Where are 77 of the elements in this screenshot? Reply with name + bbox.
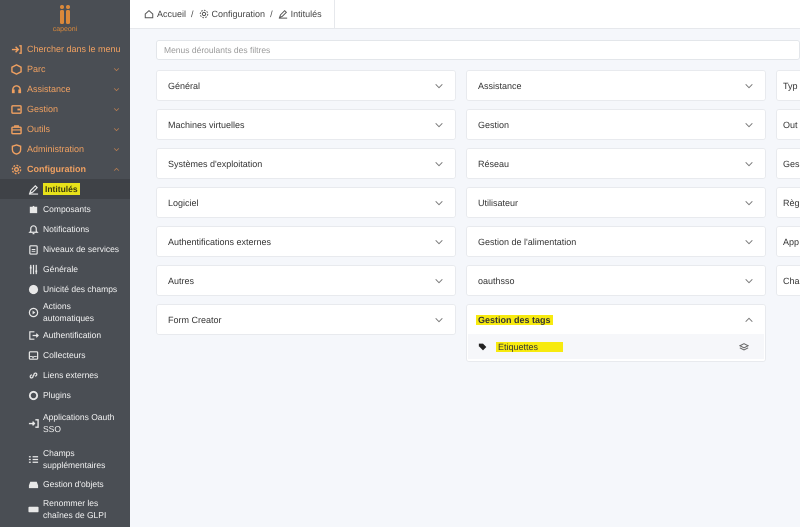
pencil-icon [278, 9, 288, 19]
headset-icon [11, 84, 22, 94]
submenu-item[interactable]: Renommer les chaînes de GLPI [0, 491, 130, 527]
arrow-icon [11, 44, 22, 54]
accordion-header[interactable]: Authentifications externes [157, 227, 455, 256]
breadcrumb-separator: / [270, 9, 273, 19]
list-icon [28, 454, 39, 464]
accordion-header[interactable]: Général [157, 71, 455, 100]
accordion-header[interactable]: Utilisateur [467, 188, 765, 217]
breadcrumb-link[interactable]: Accueil [157, 9, 186, 19]
submenu-item[interactable]: Collecteurs [0, 345, 130, 365]
menu-item[interactable]: Assistance [0, 79, 130, 99]
play-circle-icon [28, 306, 39, 318]
gear-icon [198, 9, 209, 19]
home-icon [144, 9, 154, 19]
submenu-item[interactable]: Applications Oauth SSO [0, 405, 130, 441]
chevron-up-icon [113, 166, 120, 172]
briefcase-icon [11, 124, 22, 134]
menu-item[interactable]: Administration [0, 139, 130, 159]
menu-item[interactable]: Parc [0, 59, 130, 79]
clipboard-icon [28, 244, 39, 254]
pencil-icon [28, 184, 39, 194]
accordion-header[interactable]: Gestion [467, 110, 765, 139]
submenu-item[interactable]: Plugins [0, 385, 130, 405]
menu-item[interactable]: Gestion [0, 99, 130, 119]
submenu-item[interactable]: Liens externes [0, 365, 130, 385]
login-icon [28, 330, 39, 340]
accordion-header[interactable]: Gestion de l'alimentation [467, 227, 765, 256]
accordion-header[interactable]: Assistance [467, 71, 765, 100]
accordion-header[interactable]: Out [777, 110, 800, 139]
shield-icon [11, 144, 22, 154]
bell-icon [28, 224, 39, 234]
accordion-link[interactable]: Etiquettes [496, 342, 564, 352]
sliders-icon [28, 264, 39, 274]
chevron-down-icon [113, 146, 120, 152]
accordion-header[interactable]: Autres [157, 266, 455, 295]
accordion-header[interactable]: Cha [777, 266, 800, 295]
accordion-header[interactable]: Règ [777, 188, 800, 217]
submenu-item[interactable]: Actions automatiques [0, 299, 130, 325]
wallet-icon [11, 104, 22, 114]
menu-item[interactable]: Configuration [0, 159, 130, 179]
accordion-header[interactable]: Systèmes d'exploitation [157, 149, 455, 178]
breadcrumb-link[interactable]: Configuration [212, 9, 266, 19]
chevron-down-icon [113, 86, 120, 92]
link-icon [28, 370, 39, 380]
accordion-header[interactable]: Typ [777, 71, 800, 100]
submenu-item[interactable]: Gestion d'objets [0, 477, 130, 491]
submenu-item[interactable]: Composants [0, 199, 130, 219]
chevron-down-icon [113, 126, 120, 132]
chevron-down-icon [113, 66, 120, 72]
filter-field[interactable]: Menus déroulants des filtres [156, 40, 800, 60]
people-logo-icon [58, 4, 72, 26]
accordion-header[interactable]: oauthsso [467, 266, 765, 295]
submenu-item[interactable]: Niveaux de services [0, 239, 130, 259]
accordion-header[interactable]: Machines virtuelles [157, 110, 455, 139]
accordion-header[interactable]: Gestion des tags [467, 305, 765, 334]
submenu-item[interactable]: Intitulés [0, 179, 130, 199]
breadcrumb-link[interactable]: Intitulés [290, 9, 322, 19]
menu-item[interactable]: Chercher dans le menu [0, 39, 130, 59]
accordion-header[interactable]: Ges [777, 149, 800, 178]
submenu-item[interactable]: Authentification [0, 325, 130, 345]
chevron-down-icon [113, 106, 120, 112]
inbox-icon [28, 350, 39, 360]
breadcrumb-separator: / [191, 9, 194, 19]
gear-icon [11, 164, 22, 174]
accordion-header[interactable]: Form Creator [157, 305, 455, 334]
layers-icon [739, 342, 749, 352]
menu-item[interactable]: Outils [0, 119, 130, 139]
accordion-header[interactable]: App [777, 227, 800, 256]
submenu-item[interactable]: Générale [0, 259, 130, 279]
submenu-item[interactable]: Notifications [0, 219, 130, 239]
sign-in-icon [28, 418, 39, 428]
submenu-item[interactable]: Champs supplémentaires [0, 441, 130, 477]
submenu-item[interactable]: Unicité des champs [0, 279, 130, 299]
accordion-header[interactable]: Logiciel [157, 188, 455, 217]
accordion-header[interactable]: Réseau [467, 149, 765, 178]
tags-icon [478, 342, 488, 352]
